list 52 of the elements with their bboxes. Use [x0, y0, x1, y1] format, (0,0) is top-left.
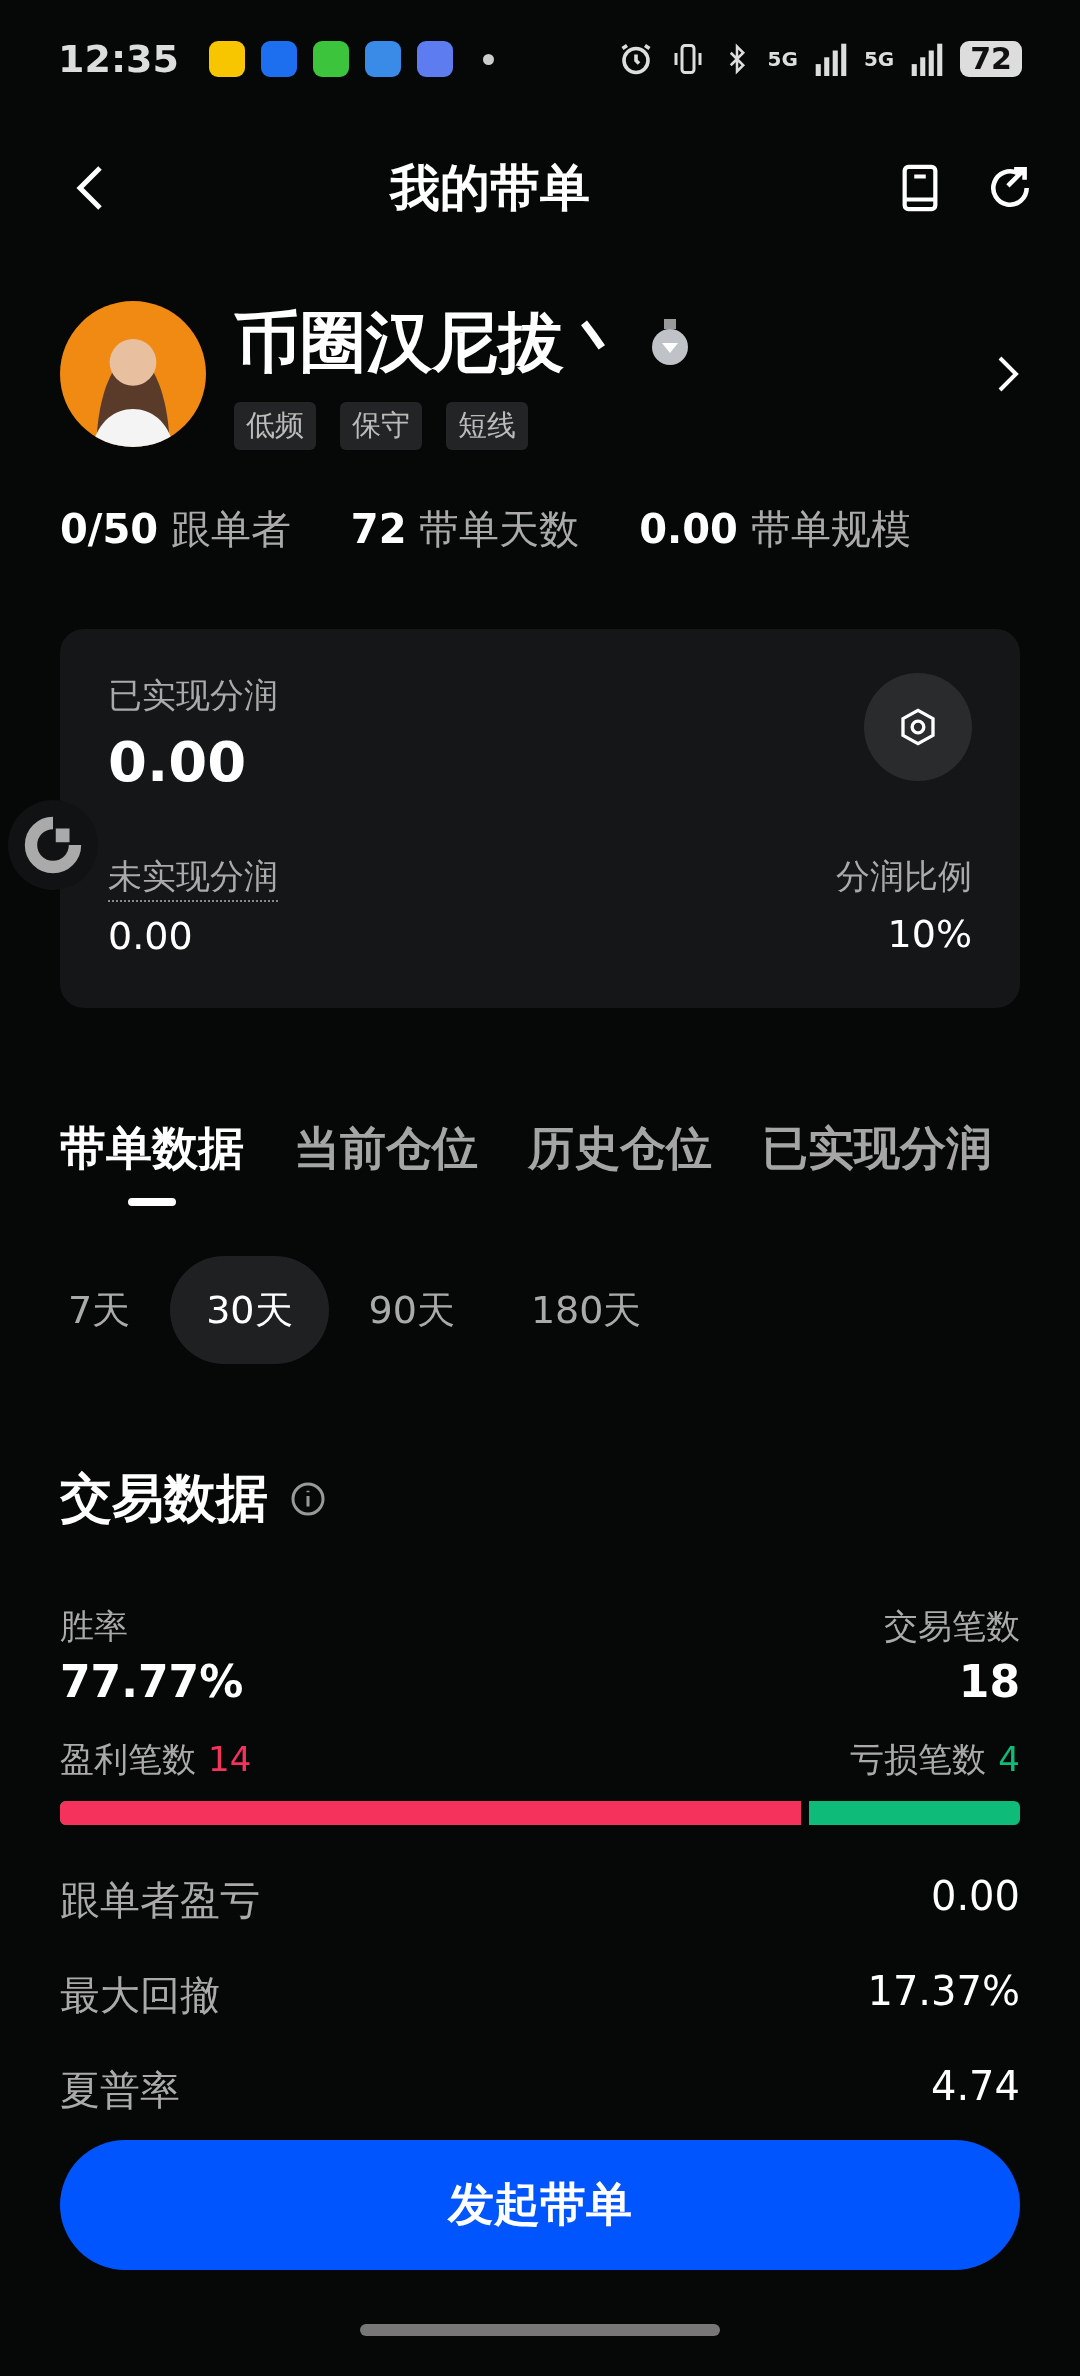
metric-value: 4.74	[930, 2063, 1020, 2111]
period-chip[interactable]: 7天	[32, 1256, 167, 1364]
info-icon[interactable]	[290, 1481, 326, 1517]
trader-name: 币圈汉尼拔丶	[234, 303, 630, 383]
app-icon	[364, 41, 401, 77]
period-chip[interactable]: 30天	[170, 1256, 329, 1364]
tab[interactable]: 带单数据	[60, 1118, 244, 1206]
network-label: 5G	[767, 47, 798, 71]
medal-icon	[650, 319, 690, 367]
app-icon	[260, 41, 297, 77]
trader-tag: 保守	[340, 402, 422, 450]
profit-trades-label: 盈利笔数 14	[60, 1738, 252, 1781]
trader-tag: 低频	[234, 402, 316, 450]
metric-label: 夏普率	[60, 2066, 180, 2115]
period-chip[interactable]: 90天	[332, 1256, 491, 1364]
page-title: 我的带单	[388, 157, 591, 219]
signal-icon	[910, 41, 945, 77]
trader-tag: 短线	[446, 402, 528, 450]
metric-label: 跟单者盈亏	[60, 1876, 260, 1925]
trade-count-value: 18	[958, 1656, 1020, 1707]
app-icon	[208, 41, 245, 77]
start-copy-trading-button[interactable]: 发起带单	[60, 2140, 1020, 2270]
period-chip[interactable]: 180天	[494, 1256, 678, 1364]
status-time: 12:35	[58, 37, 179, 81]
network-label: 5G	[863, 47, 895, 71]
signal-icon	[813, 41, 848, 77]
share-ratio-value: 10%	[887, 912, 972, 956]
battery-level: 72	[960, 41, 1022, 77]
metric-value: 0.00	[930, 1873, 1020, 1921]
app-icon	[416, 41, 453, 77]
profile-stat: 0/50 跟单者	[60, 505, 291, 554]
unrealized-profit-label[interactable]: 未实现分润	[108, 854, 278, 902]
chevron-right-icon[interactable]	[996, 354, 1020, 394]
tab[interactable]: 历史仓位	[528, 1118, 712, 1206]
trade-count-label: 交易笔数	[884, 1605, 1020, 1648]
tab[interactable]: 当前仓位	[294, 1118, 478, 1206]
metric-value: 17.37%	[867, 1968, 1020, 2016]
share-ratio-label: 分润比例	[836, 855, 972, 898]
loss-trades-label: 亏损笔数 4	[850, 1738, 1020, 1781]
section-title: 交易数据	[60, 1467, 268, 1530]
metric-label: 最大回撤	[60, 1971, 220, 2020]
unrealized-profit-value: 0.00	[108, 914, 193, 958]
realized-profit-label: 已实现分润	[108, 674, 278, 717]
win-rate-label: 胜率	[60, 1605, 128, 1648]
profile-stat: 72 带单天数	[350, 505, 580, 554]
win-rate-value: 77.77%	[60, 1656, 244, 1707]
realized-profit-value: 0.00	[108, 729, 247, 794]
settings-icon	[898, 707, 938, 747]
profile-stat: 0.00 带单规模	[639, 505, 911, 554]
app-icon	[312, 41, 349, 77]
notification-dot	[482, 53, 494, 65]
tab[interactable]: 已实现分润	[762, 1118, 992, 1206]
